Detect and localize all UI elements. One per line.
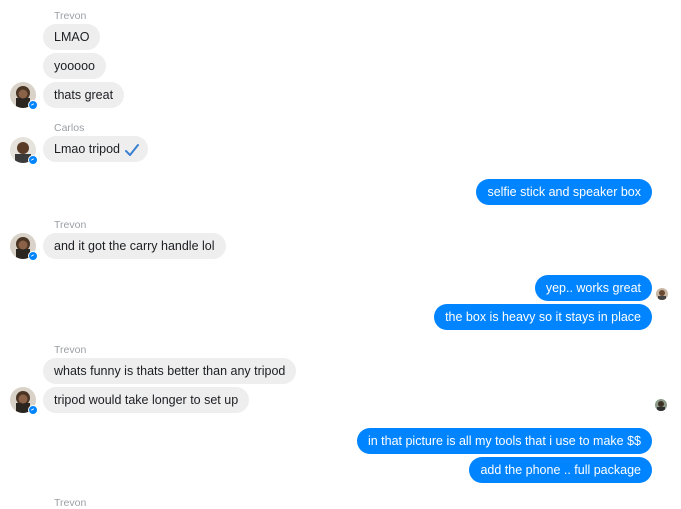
message-bubble-outgoing[interactable]: the box is heavy so it stays in place	[434, 304, 652, 330]
messenger-badge-icon	[28, 100, 38, 110]
avatar-carlos[interactable]	[10, 137, 38, 165]
sender-name: Trevon	[54, 344, 87, 356]
message-bubble[interactable]: tripod would take longer to set up	[43, 387, 250, 413]
messenger-badge-icon	[28, 155, 38, 165]
message-bubble-outgoing[interactable]: in that picture is all my tools that i u…	[356, 428, 652, 454]
sender-name: Trevon	[54, 10, 87, 22]
message-bubble[interactable]: and it got the carry handle lol	[43, 233, 226, 259]
sender-name: Trevon	[54, 219, 87, 231]
message-bubble[interactable]: yooooo	[43, 53, 107, 79]
message-bubble-outgoing[interactable]: yep.. works great	[534, 275, 652, 301]
avatar-trevon[interactable]	[10, 387, 38, 415]
avatar-trevon[interactable]	[10, 82, 38, 110]
messenger-badge-icon	[28, 405, 38, 415]
message-bubble[interactable]: LMAO	[43, 24, 101, 50]
message-bubble[interactable]: Lmao tripod	[43, 136, 149, 162]
message-bubble-outgoing[interactable]: selfie stick and speaker box	[476, 179, 652, 205]
message-bubble[interactable]: whats funny is thats better than any tri…	[43, 358, 297, 384]
avatar-trevon[interactable]	[10, 233, 38, 261]
sender-name: Trevon	[54, 497, 87, 509]
check-icon	[125, 143, 140, 156]
message-text: Lmao tripod	[54, 142, 121, 156]
message-bubble[interactable]: thats great	[43, 82, 125, 108]
message-bubble-outgoing[interactable]: add the phone .. full package	[469, 457, 652, 483]
read-receipt-avatar	[656, 288, 668, 300]
sender-name: Carlos	[54, 122, 85, 134]
messenger-badge-icon	[28, 251, 38, 261]
read-receipt-avatar	[655, 399, 667, 411]
